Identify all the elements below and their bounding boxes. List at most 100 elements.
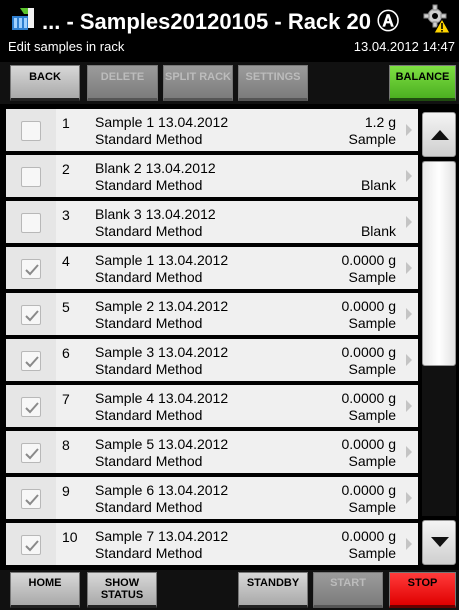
check-icon [25,448,39,460]
chevron-right-icon [406,124,412,136]
sample-type: Sample [348,545,396,561]
check-icon [25,494,39,506]
page-title: ... - Samples20120105 - Rack 20 Ⓐ [42,9,400,34]
scrollbar-thumb[interactable] [422,161,456,366]
row-number: 1 [62,115,70,131]
standby-button[interactable]: STANDBY [238,572,308,608]
check-icon [25,264,39,276]
sample-amount: 0.0000 g [341,482,397,498]
check-icon [25,402,39,414]
chevron-right-icon [406,492,412,504]
sample-type: Sample [348,453,396,469]
checkbox-cell[interactable] [6,201,56,243]
list-item[interactable]: 4 Sample 1 13.04.2012 Standard Method 0.000… [6,247,418,289]
sample-method: Standard Method [95,407,203,423]
chevron-right-icon [406,400,412,412]
triangle-up-icon [431,130,449,140]
scroll-down-button[interactable] [422,520,456,565]
sample-type: Sample [348,407,396,423]
triangle-down-icon [431,537,449,547]
checkbox-cell[interactable] [6,385,56,427]
checkbox-cell[interactable] [6,523,56,565]
list-item[interactable]: 2 Blank 2 13.04.2012 Standard Method Blank [6,155,418,197]
row-checkbox[interactable] [21,443,41,463]
row-number: 3 [62,207,70,223]
row-checkbox[interactable] [21,213,41,233]
checkbox-cell[interactable] [6,293,56,335]
scroll-up-button[interactable] [422,112,456,157]
sample-method: Standard Method [95,315,203,331]
sample-type: Sample [348,269,396,285]
row-number: 7 [62,391,70,407]
checkbox-cell[interactable] [6,477,56,519]
row-checkbox[interactable] [21,351,41,371]
row-number: 2 [62,161,70,177]
sample-amount: 0.0000 g [341,344,397,360]
list-item[interactable]: 1 Sample 1 13.04.2012 Standard Method 1.2 g… [6,109,418,151]
sample-method: Standard Method [95,131,203,147]
row-number: 8 [62,437,70,453]
checkbox-cell[interactable] [6,109,56,151]
sample-name: Sample 3 13.04.2012 [95,344,229,360]
list-item[interactable]: 5 Sample 2 13.04.2012 Standard Method 0.000… [6,293,418,335]
row-checkbox[interactable] [21,535,41,555]
sample-method: Standard Method [95,269,203,285]
sample-type: Blank [360,177,396,193]
row-checkbox[interactable] [21,121,41,141]
settings-button[interactable]: SETTINGS [238,65,308,101]
home-button[interactable]: HOME [10,572,80,608]
sample-type: Sample [348,315,396,331]
checkbox-cell[interactable] [6,339,56,381]
list-item[interactable]: 8 Sample 5 13.04.2012 Standard Method 0.000… [6,431,418,473]
row-number: 4 [62,253,70,269]
sample-name: Sample 4 13.04.2012 [95,390,229,406]
check-icon [25,356,39,368]
datetime: 13.04.2012 14:47 [353,39,455,54]
sample-method: Standard Method [95,223,203,239]
back-button[interactable]: BACK [10,65,80,101]
start-button[interactable]: START [313,572,383,608]
sample-method: Standard Method [95,361,203,377]
list-item[interactable]: 10 Sample 7 13.04.2012 Standard Method 0.00… [6,523,418,565]
check-icon [25,310,39,322]
sample-method: Standard Method [95,499,203,515]
sample-name: Sample 5 13.04.2012 [95,436,229,452]
sample-amount: 0.0000 g [341,390,397,406]
sample-list: 1 Sample 1 13.04.2012 Standard Method 1.2 g… [6,109,418,568]
row-number: 6 [62,345,70,361]
split-rack-button[interactable]: SPLIT RACK [163,65,233,101]
row-number: 5 [62,299,70,315]
sample-method: Standard Method [95,453,203,469]
row-checkbox[interactable] [21,167,41,187]
row-checkbox[interactable] [21,305,41,325]
list-item[interactable]: 7 Sample 4 13.04.2012 Standard Method 0.000… [6,385,418,427]
show-status-button[interactable]: SHOW STATUS [87,572,157,608]
sample-name: Blank 3 13.04.2012 [95,206,216,222]
sample-name: Sample 6 13.04.2012 [95,482,229,498]
list-item[interactable]: 3 Blank 3 13.04.2012 Standard Method Blank [6,201,418,243]
delete-button[interactable]: DELETE [87,65,158,101]
bottom-bar: HOME SHOW STATUS STANDBY START STOP [0,570,459,610]
gear-warning-icon[interactable] [421,4,451,34]
sample-method: Standard Method [95,545,203,561]
sample-amount: 0.0000 g [341,528,397,544]
sample-type: Sample [348,361,396,377]
row-checkbox[interactable] [21,259,41,279]
sample-type: Sample [348,499,396,515]
chevron-right-icon [406,308,412,320]
list-item[interactable]: 9 Sample 6 13.04.2012 Standard Method 0.000… [6,477,418,519]
list-item[interactable]: 6 Sample 3 13.04.2012 Standard Method 0.000… [6,339,418,381]
row-checkbox[interactable] [21,489,41,509]
chevron-right-icon [406,170,412,182]
checkbox-cell[interactable] [6,155,56,197]
balance-button[interactable]: BALANCE [389,65,456,101]
sample-amount: 0.0000 g [341,252,397,268]
checkbox-cell[interactable] [6,247,56,289]
sample-type: Blank [360,223,396,239]
header: ... - Samples20120105 - Rack 20 Ⓐ Edit s… [0,0,459,62]
checkbox-cell[interactable] [6,431,56,473]
stop-button[interactable]: STOP [389,572,456,608]
sample-name: Blank 2 13.04.2012 [95,160,216,176]
row-checkbox[interactable] [21,397,41,417]
chevron-right-icon [406,262,412,274]
